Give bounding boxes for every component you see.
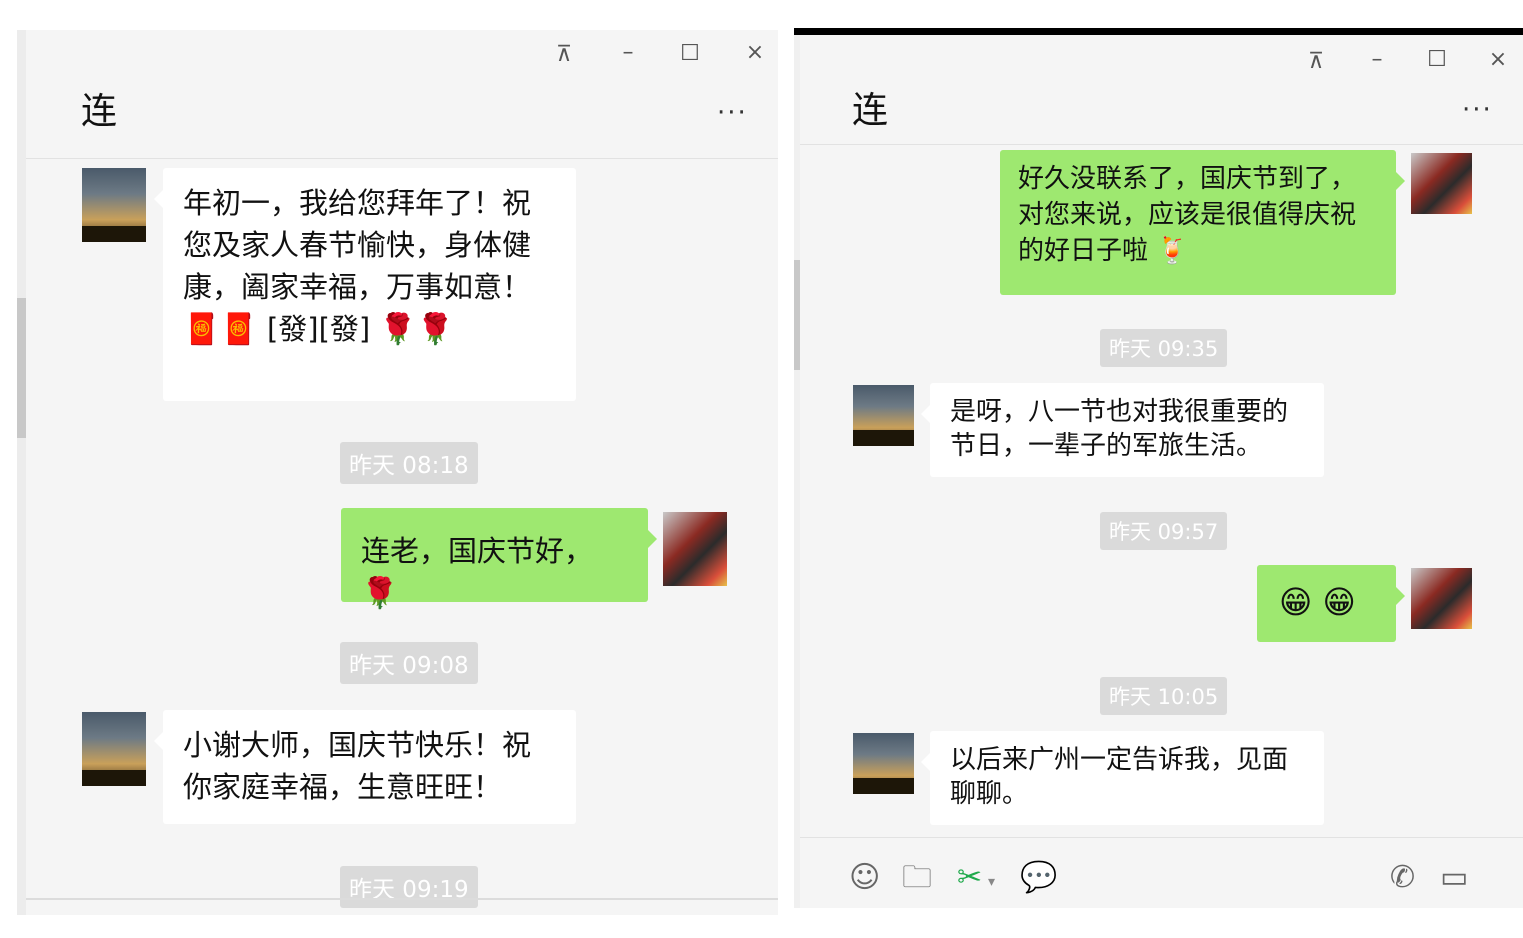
- emoji-icon[interactable]: ☺: [849, 863, 880, 893]
- message-bubble-sent[interactable]: 连老，国庆节好， 🌹: [341, 508, 657, 611]
- scrollbar-thumb[interactable]: [794, 260, 800, 370]
- message-bubble-sent[interactable]: 好久没联系了，国庆节到了，对您来说，应该是很值得庆祝的好日子啦 🍹: [1000, 150, 1405, 295]
- scrollbar-track[interactable]: [794, 35, 800, 908]
- more-options-icon[interactable]: ···: [717, 98, 748, 128]
- minimize-icon[interactable]: –: [1362, 49, 1392, 71]
- my-avatar[interactable]: [663, 512, 727, 586]
- more-options-icon[interactable]: ···: [1462, 95, 1493, 125]
- timestamp: 昨天 09:08: [340, 642, 478, 684]
- input-divider: [26, 898, 778, 900]
- rose-emoji: 🌹🌹: [379, 312, 455, 348]
- timestamp: 昨天 08:18: [340, 442, 478, 484]
- chat-window-right: ⊼ – ☐ × 连 ··· 好久没联系了，国庆节到了，对您来说，应该是很值得庆祝…: [794, 28, 1523, 908]
- message-text: 年初一，我给您拜年了！祝您及家人春节愉快，身体健康，阖家幸福，万事如意！: [183, 186, 532, 305]
- contact-avatar[interactable]: [82, 168, 146, 242]
- input-divider: [800, 837, 1523, 838]
- timestamp: 昨天 10:05: [1100, 677, 1228, 715]
- phone-icon[interactable]: ✆: [1390, 863, 1415, 893]
- message-text: 以后来广州一定告诉我，见面聊聊。: [950, 745, 1289, 809]
- timestamp: 昨天 09:35: [1100, 329, 1228, 367]
- header-divider: [26, 158, 778, 159]
- message-text: 连老，国庆节好，: [361, 534, 594, 568]
- my-avatar[interactable]: [1411, 568, 1472, 629]
- minimize-icon[interactable]: –: [613, 42, 643, 64]
- chat-bubble-icon[interactable]: 💬: [1020, 863, 1057, 893]
- rose-emoji: 🌹: [361, 576, 399, 612]
- close-icon[interactable]: ×: [740, 42, 770, 64]
- chat-title: 连: [81, 91, 118, 132]
- fa-emoji-text: [發][發]: [266, 312, 371, 347]
- chevron-down-icon[interactable]: ▾: [988, 875, 995, 889]
- message-text: 小谢大师，国庆节快乐！祝你家庭幸福，生意旺旺！: [183, 728, 532, 805]
- timestamp: 昨天 09:57: [1100, 512, 1228, 550]
- folder-icon[interactable]: 🗀: [902, 863, 932, 893]
- contact-avatar[interactable]: [82, 712, 146, 786]
- message-bubble-received[interactable]: 小谢大师，国庆节快乐！祝你家庭幸福，生意旺旺！: [154, 710, 576, 824]
- contact-avatar[interactable]: [853, 733, 914, 794]
- message-bubble-sent[interactable]: 😁 😁: [1257, 565, 1405, 642]
- message-bubble-received[interactable]: 是呀，八一节也对我很重要的节日，一辈子的军旅生活。: [921, 383, 1324, 477]
- chat-window-left: ⊼ – ☐ × 连 ··· 年初一，我给您拜年了！祝您及家人春节愉快，身体健康，…: [17, 30, 778, 915]
- header-divider: [800, 144, 1523, 145]
- pin-icon[interactable]: ⊼: [549, 44, 579, 66]
- maximize-icon[interactable]: ☐: [1422, 49, 1452, 71]
- message-bubble-received[interactable]: 年初一，我给您拜年了！祝您及家人春节愉快，身体健康，阖家幸福，万事如意！ 🧧🧧 …: [154, 168, 576, 401]
- contact-avatar[interactable]: [853, 385, 914, 446]
- drink-emoji: 🍹: [1156, 235, 1189, 266]
- scrollbar-track[interactable]: [17, 30, 26, 915]
- video-icon[interactable]: ▭: [1440, 863, 1468, 893]
- chat-title: 连: [852, 90, 889, 131]
- scrollbar-thumb[interactable]: [17, 298, 26, 438]
- pin-icon[interactable]: ⊼: [1301, 51, 1331, 73]
- fu-emoji: 🧧🧧: [183, 312, 258, 348]
- maximize-icon[interactable]: ☐: [675, 43, 705, 65]
- grin-emoji: 😁 😁: [1279, 583, 1356, 621]
- timestamp: 昨天 09:19: [340, 866, 478, 908]
- scissors-icon[interactable]: ✂: [957, 863, 982, 893]
- message-bubble-received[interactable]: 以后来广州一定告诉我，见面聊聊。: [921, 731, 1324, 825]
- my-avatar[interactable]: [1411, 153, 1472, 214]
- close-icon[interactable]: ×: [1483, 49, 1513, 71]
- message-text: 是呀，八一节也对我很重要的节日，一辈子的军旅生活。: [950, 397, 1289, 461]
